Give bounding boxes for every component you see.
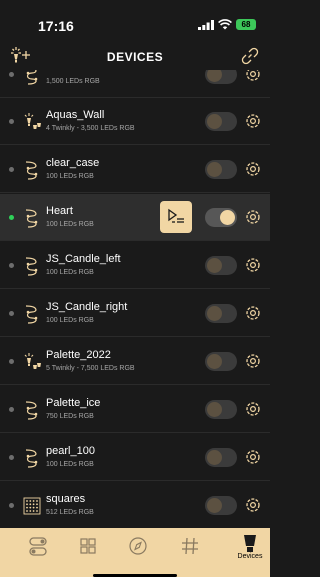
playlist-play-icon [168, 208, 184, 223]
group-icon [24, 113, 41, 129]
gear-icon[interactable] [244, 160, 262, 178]
header: DEVICES [0, 44, 270, 70]
tab-grid-icon[interactable] [70, 532, 106, 562]
power-toggle[interactable] [205, 352, 237, 371]
power-toggle[interactable] [205, 112, 237, 131]
status-dot [9, 311, 14, 316]
gear-icon[interactable] [244, 352, 262, 370]
device-row[interactable]: pearl_100 100 LEDs RGB [0, 434, 270, 481]
battery-indicator: 68 [236, 19, 256, 30]
device-list: 1,500 LEDs RGB Aquas_Wall 4 Twinkly - 3,… [0, 70, 270, 528]
link-icon[interactable] [240, 46, 260, 66]
device-subtitle: 100 LEDs RGB [46, 269, 94, 276]
gear-icon[interactable] [244, 448, 262, 466]
status-dot [9, 167, 14, 172]
device-name: clear_case [46, 157, 100, 169]
status-dot [9, 455, 14, 460]
tab-compass-icon[interactable] [120, 532, 156, 562]
status-dot [9, 359, 14, 364]
device-row[interactable]: clear_case 100 LEDs RGB [0, 146, 270, 193]
toggle-knob [207, 162, 222, 177]
play-effect-button[interactable] [160, 201, 192, 233]
gear-icon[interactable] [244, 208, 262, 226]
toggle-knob [207, 498, 222, 513]
device-row[interactable]: Palette_2022 5 Twinkly - 7,500 LEDs RGB [0, 338, 270, 385]
led-string-icon [25, 401, 38, 420]
device-subtitle: 100 LEDs RGB [46, 317, 94, 324]
matrix-icon [23, 497, 41, 515]
led-string-icon [25, 257, 38, 276]
status-dot [9, 263, 14, 268]
device-row[interactable]: 1,500 LEDs RGB [0, 70, 270, 98]
device-name: Palette_2022 [46, 349, 111, 361]
device-subtitle: 100 LEDs RGB [46, 221, 94, 228]
toggle-knob [220, 210, 235, 225]
online-dot [9, 215, 14, 220]
tab-bar: Devices [0, 528, 270, 577]
gear-icon[interactable] [244, 112, 262, 130]
status-time: 17:16 [38, 18, 74, 34]
device-row[interactable]: Palette_ice 750 LEDs RGB [0, 386, 270, 433]
device-row-selected[interactable]: Heart 100 LEDs RGB [0, 194, 270, 241]
device-row[interactable]: JS_Candle_right 100 LEDs RGB [0, 290, 270, 337]
gear-icon[interactable] [244, 304, 262, 322]
gear-icon[interactable] [244, 70, 262, 83]
toggle-knob [207, 306, 222, 321]
toggle-knob [207, 258, 222, 273]
device-name: Aquas_Wall [46, 109, 105, 121]
status-dot [9, 407, 14, 412]
device-name: Palette_ice [46, 397, 101, 409]
power-toggle[interactable] [205, 448, 237, 467]
page-title: DEVICES [106, 50, 164, 64]
wifi-icon [218, 19, 232, 30]
device-subtitle: 4 Twinkly - 3,500 LEDs RGB [46, 125, 135, 132]
status-dot [9, 119, 14, 124]
device-name: squares [46, 493, 86, 505]
gear-icon[interactable] [244, 496, 262, 514]
toggle-knob [207, 70, 222, 82]
led-string-icon [25, 209, 38, 228]
device-subtitle: 1,500 LEDs RGB [46, 78, 100, 85]
tab-devices-label[interactable]: Devices [225, 553, 275, 560]
gear-icon[interactable] [244, 400, 262, 418]
led-string-icon [25, 449, 38, 468]
device-subtitle: 100 LEDs RGB [46, 461, 94, 468]
device-name: Heart [46, 205, 73, 217]
signal-icon [198, 20, 214, 30]
power-toggle[interactable] [205, 208, 237, 227]
device-name: JS_Candle_left [46, 253, 121, 265]
led-string-icon [26, 70, 38, 85]
power-toggle[interactable] [205, 304, 237, 323]
device-subtitle: 100 LEDs RGB [46, 173, 94, 180]
gear-icon[interactable] [244, 256, 262, 274]
status-dot [9, 72, 14, 77]
device-name: JS_Candle_right [46, 301, 128, 313]
tab-hashtag-icon[interactable] [172, 532, 208, 562]
device-subtitle: 750 LEDs RGB [46, 413, 94, 420]
power-toggle[interactable] [205, 400, 237, 419]
tab-toggles-icon[interactable] [20, 532, 56, 562]
toggle-knob [207, 114, 222, 129]
group-icon [24, 353, 41, 369]
power-toggle[interactable] [205, 256, 237, 275]
power-toggle[interactable] [205, 160, 237, 179]
led-string-icon [25, 161, 38, 180]
power-toggle[interactable] [205, 496, 237, 515]
device-name: pearl_100 [46, 445, 95, 457]
led-string-icon [25, 305, 38, 324]
toggle-knob [207, 450, 222, 465]
device-row[interactable]: JS_Candle_left 100 LEDs RGB [0, 242, 270, 289]
device-row[interactable]: Aquas_Wall 4 Twinkly - 3,500 LEDs RGB [0, 98, 270, 145]
device-row[interactable]: squares 512 LEDs RGB [0, 482, 270, 528]
status-bar: 17:16 68 [0, 0, 270, 44]
status-dot [9, 503, 14, 508]
toggle-knob [207, 354, 222, 369]
toggle-knob [207, 402, 222, 417]
device-subtitle: 5 Twinkly - 7,500 LEDs RGB [46, 365, 135, 372]
power-toggle[interactable] [205, 70, 237, 84]
device-subtitle: 512 LEDs RGB [46, 509, 94, 516]
